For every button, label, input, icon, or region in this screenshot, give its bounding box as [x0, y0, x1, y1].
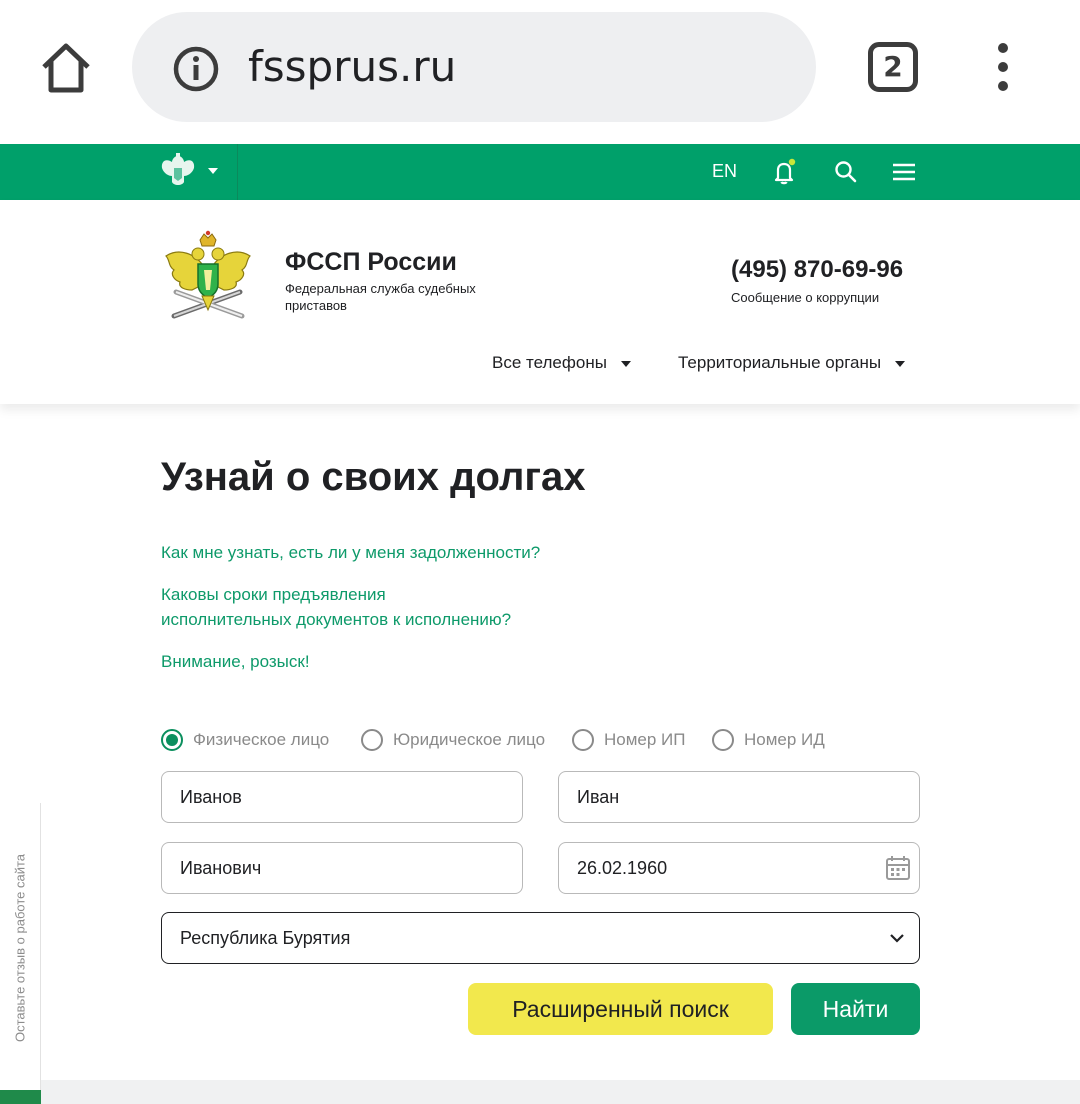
nav-territorial-bodies-label: Территориальные органы: [678, 353, 882, 372]
first-name-value: Иван: [577, 787, 620, 807]
search-icon[interactable]: [832, 158, 860, 186]
patronymic-value: Иванович: [180, 858, 262, 878]
org-name: ФССП России: [285, 248, 457, 276]
menu-icon[interactable]: [890, 158, 918, 186]
chevron-down-icon: [889, 930, 905, 946]
language-switch[interactable]: EN: [712, 159, 737, 183]
nav-all-phones-label: Все телефоны: [492, 353, 607, 372]
faq-link-deadlines-line2: исполнительных документов к исполнению?: [161, 610, 512, 629]
url-text: fssprus.ru: [248, 42, 457, 91]
phone-number[interactable]: (495) 870-69-96: [731, 256, 903, 284]
region-select[interactable]: Республика Бурятия: [161, 912, 920, 964]
browser-toolbar: fssprus.ru 2: [0, 0, 1080, 144]
site-topbar: EN: [0, 144, 1080, 200]
calendar-icon[interactable]: [885, 855, 911, 881]
last-name-field[interactable]: Иванов: [161, 771, 523, 823]
faq-link-wanted[interactable]: Внимание, розыск!: [161, 649, 310, 674]
nav-all-phones[interactable]: Все телефоны: [492, 352, 631, 374]
feedback-label: Оставьте отзыв о работе сайта: [12, 853, 28, 1043]
radio-checked-icon: [161, 729, 183, 751]
patronymic-field[interactable]: Иванович: [161, 842, 523, 894]
chevron-down-icon: [895, 360, 906, 367]
site-header: ФССП России Федеральная служба судебных …: [0, 200, 1080, 404]
faq-link-deadlines-line1: Каковы сроки предъявления: [161, 585, 386, 604]
bell-icon[interactable]: [770, 158, 798, 186]
emblem-icon[interactable]: [160, 152, 196, 190]
radio-unchecked-icon: [712, 729, 734, 751]
birth-date-value: 26.02.1960: [577, 858, 668, 878]
feedback-accent: [0, 1090, 41, 1104]
first-name-field[interactable]: Иван: [558, 771, 920, 823]
radio-id-number-label: Номер ИД: [744, 730, 825, 749]
faq-link-debts[interactable]: Как мне узнать, есть ли у меня задолженн…: [161, 540, 540, 565]
feedback-tab[interactable]: Оставьте отзыв о работе сайта: [0, 803, 41, 1093]
tabs-count-button[interactable]: 2: [868, 42, 918, 92]
radio-ip-number-label: Номер ИП: [604, 730, 686, 749]
radio-unchecked-icon: [361, 729, 383, 751]
last-name-value: Иванов: [180, 787, 242, 807]
find-button[interactable]: Найти: [791, 983, 920, 1035]
radio-individual-label: Физическое лицо: [193, 730, 330, 749]
advanced-search-button[interactable]: Расширенный поиск: [468, 983, 773, 1035]
divider: [237, 144, 238, 200]
info-icon[interactable]: [172, 45, 220, 93]
chevron-down-icon[interactable]: [208, 168, 218, 174]
nav-territorial-bodies[interactable]: Территориальные органы: [678, 352, 906, 374]
page-title: Узнай о своих долгах: [161, 455, 586, 499]
birth-date-field[interactable]: 26.02.1960: [558, 842, 920, 894]
home-icon[interactable]: [38, 40, 94, 96]
fssp-emblem-icon[interactable]: [160, 230, 256, 330]
faq-link-deadlines[interactable]: Каковы сроки предъявления исполнительных…: [161, 582, 511, 632]
radio-unchecked-icon: [572, 729, 594, 751]
menu-dots-icon[interactable]: [990, 42, 1016, 94]
region-value: Республика Бурятия: [180, 928, 351, 948]
phone-note: Сообщение о коррупции: [731, 290, 880, 305]
org-subtitle: Федеральная служба судебных приставов: [285, 281, 476, 313]
address-bar[interactable]: fssprus.ru: [132, 12, 816, 122]
search-type-group: Физическое лицо Юридическое лицо Номер И…: [161, 728, 921, 752]
footer-strip: [41, 1080, 1080, 1104]
radio-legal-entity-label: Юридическое лицо: [393, 730, 546, 749]
chevron-down-icon: [620, 360, 631, 367]
